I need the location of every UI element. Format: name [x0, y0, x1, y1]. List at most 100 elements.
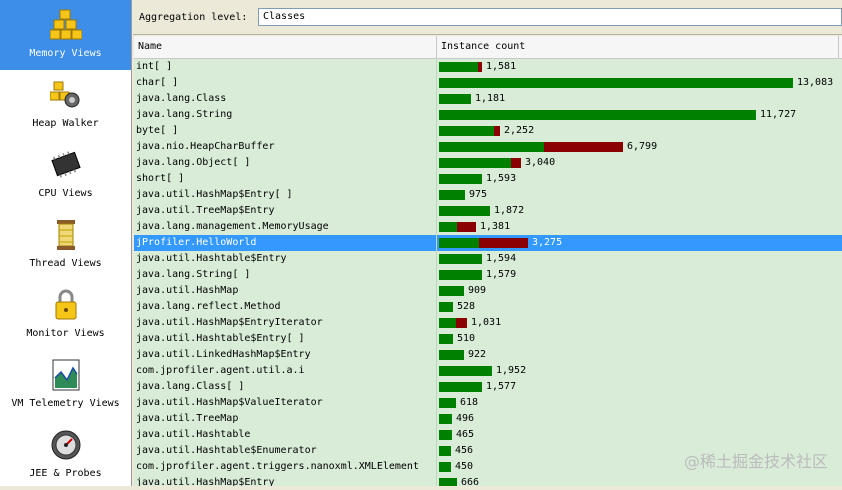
table-row[interactable]: char[ ] 13,083	[134, 75, 842, 91]
table-row[interactable]: java.util.TreeMap$Entry 1,872	[134, 203, 842, 219]
sidebar-item-jee-probes[interactable]: JEE & Probes	[0, 420, 131, 490]
column-header-instance-count[interactable]: Instance count	[437, 36, 839, 58]
instance-count-value: 1,872	[494, 205, 525, 216]
class-name-cell: java.util.Hashtable$Enumerator	[136, 445, 317, 456]
table-row[interactable]: java.util.HashMap$Entry 666	[134, 475, 842, 486]
instance-difference-bar	[456, 318, 467, 328]
instance-count-bar	[439, 478, 457, 486]
sidebar-item-label: Thread Views	[29, 258, 102, 269]
class-name-cell: java.util.TreeMap	[136, 413, 239, 424]
table-row[interactable]: java.util.HashMap$ValueIterator 618	[134, 395, 842, 411]
column-divider	[436, 75, 437, 91]
table-row[interactable]: java.lang.String 11,727	[134, 107, 842, 123]
column-header-name[interactable]: Name	[134, 36, 437, 58]
instance-count-bar	[439, 158, 511, 168]
column-divider	[436, 155, 437, 171]
class-name-cell: java.lang.String	[136, 109, 233, 120]
column-divider	[436, 219, 437, 235]
instance-count-value: 13,083	[797, 77, 834, 88]
instance-count-value: 1,577	[486, 381, 517, 392]
column-divider	[436, 267, 437, 283]
sidebar-item-vm-telemetry-views[interactable]: VM Telemetry Views	[0, 350, 131, 420]
instance-count-value: 1,579	[486, 269, 517, 280]
table-row[interactable]: java.util.HashMap 909	[134, 283, 842, 299]
table-row[interactable]: java.util.TreeMap 496	[134, 411, 842, 427]
table-row[interactable]: java.util.HashMap$Entry[ ] 975	[134, 187, 842, 203]
class-name-cell: java.util.HashMap$ValueIterator	[136, 397, 323, 408]
column-divider	[436, 251, 437, 267]
column-divider	[436, 123, 437, 139]
class-name-cell: java.lang.Class	[136, 93, 227, 104]
instance-count-bar	[439, 334, 453, 344]
table-row[interactable]: short[ ] 1,593	[134, 171, 842, 187]
instance-count-value: 1,593	[486, 173, 517, 184]
aggregation-level-select[interactable]: Classes	[258, 8, 842, 26]
table-row[interactable]: java.util.Hashtable 465	[134, 427, 842, 443]
thread-views-icon	[57, 220, 75, 250]
table-header: Name Instance count	[134, 36, 842, 59]
table-row[interactable]: int[ ] 1,581	[134, 59, 842, 75]
instance-count-bar	[439, 254, 482, 264]
sidebar-item-memory-views[interactable]: Memory Views	[0, 0, 131, 70]
table-row[interactable]: java.util.HashMap$EntryIterator 1,031	[134, 315, 842, 331]
table-row[interactable]: java.util.Hashtable$Entry 1,594	[134, 251, 842, 267]
column-divider	[436, 139, 437, 155]
table-row[interactable]: java.lang.Class 1,181	[134, 91, 842, 107]
table-row[interactable]: java.lang.String[ ] 1,579	[134, 267, 842, 283]
instance-count-bar	[439, 174, 482, 184]
table-row[interactable]: java.util.Hashtable$Entry[ ] 510	[134, 331, 842, 347]
instance-count-value: 1,181	[475, 93, 506, 104]
table-row[interactable]: java.lang.Class[ ] 1,577	[134, 379, 842, 395]
cpu-views-icon	[51, 151, 81, 178]
class-name-cell: java.util.HashMap$Entry	[136, 477, 275, 486]
instance-count-bar	[439, 126, 494, 136]
class-name-cell: java.util.HashMap$EntryIterator	[136, 317, 323, 328]
instance-count-bar	[439, 238, 479, 248]
instance-difference-bar	[479, 238, 528, 248]
instance-count-value: 909	[468, 285, 487, 296]
table-row[interactable]: java.lang.Object[ ] 3,040	[134, 155, 842, 171]
instance-difference-bar	[478, 62, 482, 72]
column-divider	[436, 443, 437, 459]
column-divider	[436, 91, 437, 107]
sidebar-item-heap-walker[interactable]: Heap Walker	[0, 70, 131, 140]
instance-count-value: 528	[457, 301, 476, 312]
class-name-cell: com.jprofiler.agent.triggers.nanoxml.XML…	[136, 461, 419, 472]
instance-count-bar	[439, 382, 482, 392]
table-row[interactable]: java.nio.HeapCharBuffer 6,799	[134, 139, 842, 155]
column-divider	[436, 299, 437, 315]
vm-telemetry-icon	[52, 359, 80, 391]
instance-difference-bar	[457, 222, 476, 232]
table-row[interactable]: jProfiler.HelloWorld 3,275	[134, 235, 842, 251]
column-divider	[436, 363, 437, 379]
instance-count-bar	[439, 414, 452, 424]
sidebar-item-cpu-views[interactable]: CPU Views	[0, 140, 131, 210]
instance-count-bar	[439, 302, 453, 312]
instance-count-bar	[439, 206, 490, 216]
class-name-cell: java.util.TreeMap$Entry	[136, 205, 275, 216]
class-name-cell: short[ ]	[136, 173, 185, 184]
instance-table: Name Instance count int[ ] 1,581 char[ ] 13…	[134, 36, 842, 486]
class-name-cell: com.jprofiler.agent.util.a.i	[136, 365, 305, 376]
instance-count-value: 456	[455, 445, 474, 456]
jee-probes-icon	[51, 430, 81, 460]
class-name-cell: java.lang.Class[ ]	[136, 381, 245, 392]
class-name-cell: int[ ]	[136, 61, 173, 72]
table-row[interactable]: java.util.LinkedHashMap$Entry 922	[134, 347, 842, 363]
column-divider	[436, 187, 437, 203]
sidebar-item-monitor-views[interactable]: Monitor Views	[0, 280, 131, 350]
table-row[interactable]: byte[ ] 2,252	[134, 123, 842, 139]
table-row[interactable]: java.lang.management.MemoryUsage 1,381	[134, 219, 842, 235]
instance-count-bar	[439, 350, 464, 360]
sidebar-item-thread-views[interactable]: Thread Views	[0, 210, 131, 280]
instance-difference-bar	[544, 142, 623, 152]
table-row[interactable]: com.jprofiler.agent.util.a.i 1,952	[134, 363, 842, 379]
class-name-cell: java.lang.management.MemoryUsage	[136, 221, 329, 232]
class-name-cell: java.lang.reflect.Method	[136, 301, 281, 312]
heap-walker-icon	[50, 81, 80, 108]
instance-difference-bar	[494, 126, 500, 136]
instance-count-bar	[439, 62, 478, 72]
table-row[interactable]: java.lang.reflect.Method 528	[134, 299, 842, 315]
instance-count-value: 3,275	[532, 237, 563, 248]
column-divider	[436, 379, 437, 395]
